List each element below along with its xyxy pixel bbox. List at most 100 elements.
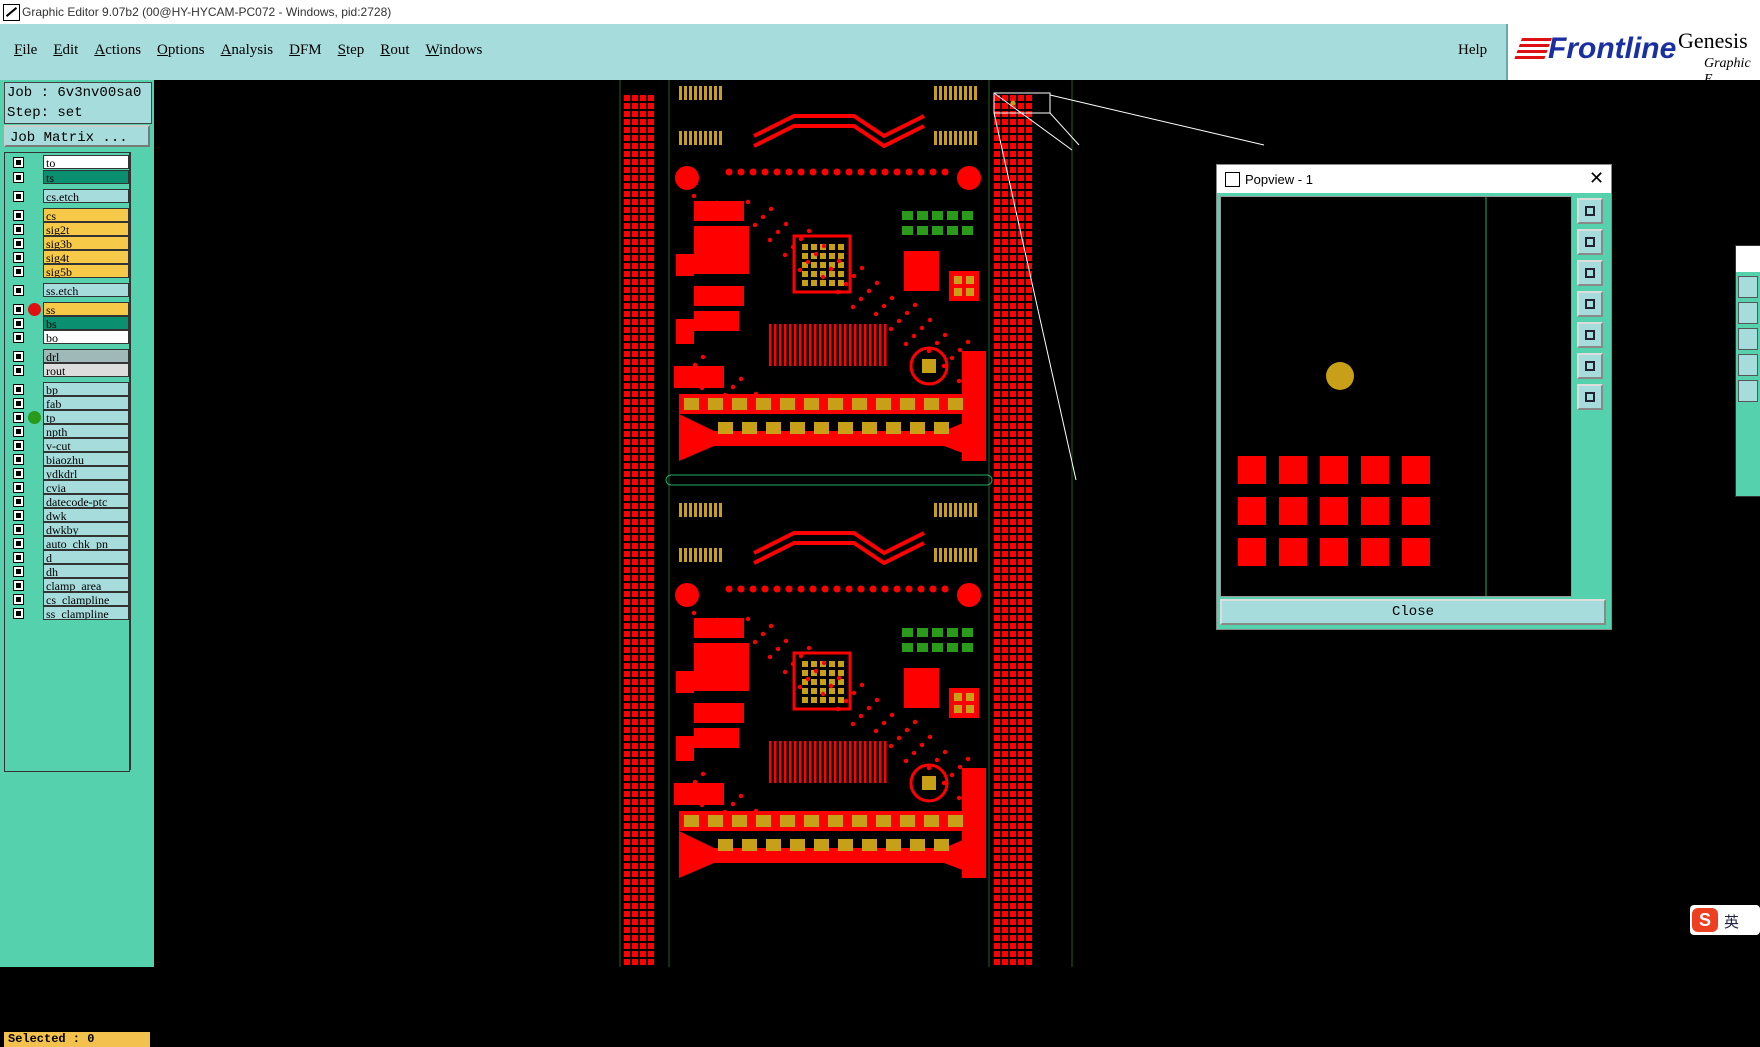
right-panel-button[interactable] bbox=[1738, 380, 1758, 402]
layer-checkbox[interactable] bbox=[13, 566, 24, 577]
layer-name[interactable]: npth bbox=[43, 424, 129, 438]
layer-row[interactable]: bp bbox=[7, 382, 129, 397]
layer-name[interactable]: ydkdrl bbox=[43, 466, 129, 480]
layer-checkbox[interactable] bbox=[13, 552, 24, 563]
layer-row[interactable]: bs bbox=[7, 316, 129, 331]
layer-row[interactable]: clamp_area bbox=[7, 578, 129, 593]
layer-name[interactable]: sig4t bbox=[43, 250, 129, 264]
layer-row[interactable]: to bbox=[7, 155, 129, 170]
layer-name[interactable]: ts bbox=[43, 170, 129, 184]
layer-row[interactable]: rout bbox=[7, 363, 129, 378]
layer-name[interactable]: datecode-ptc bbox=[43, 494, 129, 508]
layer-row[interactable]: ts bbox=[7, 170, 129, 185]
layer-checkbox[interactable] bbox=[13, 608, 24, 619]
layer-checkbox[interactable] bbox=[13, 238, 24, 249]
layer-checkbox[interactable] bbox=[13, 412, 24, 423]
layer-checkbox[interactable] bbox=[13, 285, 24, 296]
layer-row[interactable]: ss.etch bbox=[7, 283, 129, 298]
layer-name[interactable]: fab bbox=[43, 396, 129, 410]
layer-row[interactable]: tp bbox=[7, 410, 129, 425]
layer-row[interactable]: biaozhu bbox=[7, 452, 129, 467]
layer-name[interactable]: dwkby bbox=[43, 522, 129, 536]
layer-row[interactable]: auto_chk_pn bbox=[7, 536, 129, 551]
layer-name[interactable]: cs.etch bbox=[43, 189, 129, 203]
zoom-fit-icon[interactable] bbox=[1577, 198, 1603, 224]
layer-row[interactable]: sig4t bbox=[7, 250, 129, 265]
layer-name[interactable]: bo bbox=[43, 330, 129, 344]
menu-item[interactable]: File bbox=[14, 42, 37, 58]
menu-help[interactable]: Help bbox=[1458, 42, 1487, 59]
right-panel-button[interactable] bbox=[1738, 328, 1758, 350]
layer-name[interactable]: biaozhu bbox=[43, 452, 129, 466]
layer-checkbox[interactable] bbox=[13, 266, 24, 277]
layer-checkbox[interactable] bbox=[13, 191, 24, 202]
layer-row[interactable]: cvia bbox=[7, 480, 129, 495]
layer-row[interactable]: fab bbox=[7, 396, 129, 411]
pan-right-icon[interactable] bbox=[1577, 322, 1603, 348]
layer-name[interactable]: auto_chk_pn bbox=[43, 536, 129, 550]
layer-name[interactable]: d bbox=[43, 550, 129, 564]
layer-checkbox[interactable] bbox=[13, 351, 24, 362]
layer-name[interactable]: bp bbox=[43, 382, 129, 396]
layer-row[interactable]: v-cut bbox=[7, 438, 129, 453]
layer-row[interactable]: d bbox=[7, 550, 129, 565]
layer-checkbox[interactable] bbox=[13, 468, 24, 479]
layer-name[interactable]: sig2t bbox=[43, 222, 129, 236]
layer-row[interactable]: npth bbox=[7, 424, 129, 439]
layer-checkbox[interactable] bbox=[13, 524, 24, 535]
layer-row[interactable]: dwkby bbox=[7, 522, 129, 537]
layer-name[interactable]: rout bbox=[43, 363, 129, 377]
layer-name[interactable]: dwk bbox=[43, 508, 129, 522]
layer-name[interactable]: dh bbox=[43, 564, 129, 578]
layer-checkbox[interactable] bbox=[13, 496, 24, 507]
layer-row[interactable]: drl bbox=[7, 349, 129, 364]
layer-checkbox[interactable] bbox=[13, 398, 24, 409]
right-panel-button[interactable] bbox=[1738, 302, 1758, 324]
layer-name[interactable]: sig3b bbox=[43, 236, 129, 250]
layer-name[interactable]: ss_clampline bbox=[43, 606, 129, 620]
menu-item[interactable]: DFM bbox=[289, 42, 322, 58]
right-panel-button[interactable] bbox=[1738, 354, 1758, 376]
right-panel-button[interactable] bbox=[1738, 276, 1758, 298]
layer-name[interactable]: sig5b bbox=[43, 264, 129, 278]
zoom-home-icon[interactable] bbox=[1577, 353, 1603, 379]
layer-checkbox[interactable] bbox=[13, 594, 24, 605]
ime-indicator[interactable]: S 英 bbox=[1690, 905, 1760, 935]
layer-checkbox[interactable] bbox=[13, 365, 24, 376]
layer-row[interactable]: sig3b bbox=[7, 236, 129, 251]
menu-item[interactable]: Rout bbox=[380, 42, 409, 58]
layer-name[interactable]: cs_clampline bbox=[43, 592, 129, 606]
zoom-in-icon[interactable] bbox=[1577, 229, 1603, 255]
menu-item[interactable]: Edit bbox=[53, 42, 78, 58]
layer-checkbox[interactable] bbox=[13, 172, 24, 183]
menu-item[interactable]: Actions bbox=[94, 42, 141, 58]
layer-name[interactable]: cvia bbox=[43, 480, 129, 494]
layer-name[interactable]: clamp_area bbox=[43, 578, 129, 592]
layer-row[interactable]: dh bbox=[7, 564, 129, 579]
layer-name[interactable]: to bbox=[43, 155, 129, 169]
layer-row[interactable]: ss bbox=[7, 302, 129, 317]
layer-row[interactable]: dwk bbox=[7, 508, 129, 523]
layer-name[interactable]: drl bbox=[43, 349, 129, 363]
menu-item[interactable]: Options bbox=[157, 42, 205, 58]
layer-checkbox[interactable] bbox=[13, 224, 24, 235]
layer-checkbox[interactable] bbox=[13, 510, 24, 521]
job-matrix-button[interactable]: Job Matrix ... bbox=[4, 125, 150, 147]
layer-checkbox[interactable] bbox=[13, 440, 24, 451]
layer-name[interactable]: v-cut bbox=[43, 438, 129, 452]
layer-name[interactable]: ss.etch bbox=[43, 283, 129, 297]
layer-checkbox[interactable] bbox=[13, 538, 24, 549]
layer-name[interactable]: tp bbox=[43, 410, 129, 424]
layer-list-scrollbar[interactable] bbox=[130, 152, 153, 770]
layer-name[interactable]: ss bbox=[43, 302, 129, 316]
popview-canvas[interactable] bbox=[1220, 196, 1572, 597]
layer-checkbox[interactable] bbox=[13, 304, 24, 315]
layer-row[interactable]: cs bbox=[7, 208, 129, 223]
layer-checkbox[interactable] bbox=[13, 426, 24, 437]
menu-item[interactable]: Analysis bbox=[221, 42, 274, 58]
pan-left-icon[interactable] bbox=[1577, 291, 1603, 317]
layer-row[interactable]: cs_clampline bbox=[7, 592, 129, 607]
layer-row[interactable]: ydkdrl bbox=[7, 466, 129, 481]
layer-checkbox[interactable] bbox=[13, 332, 24, 343]
layer-checkbox[interactable] bbox=[13, 318, 24, 329]
